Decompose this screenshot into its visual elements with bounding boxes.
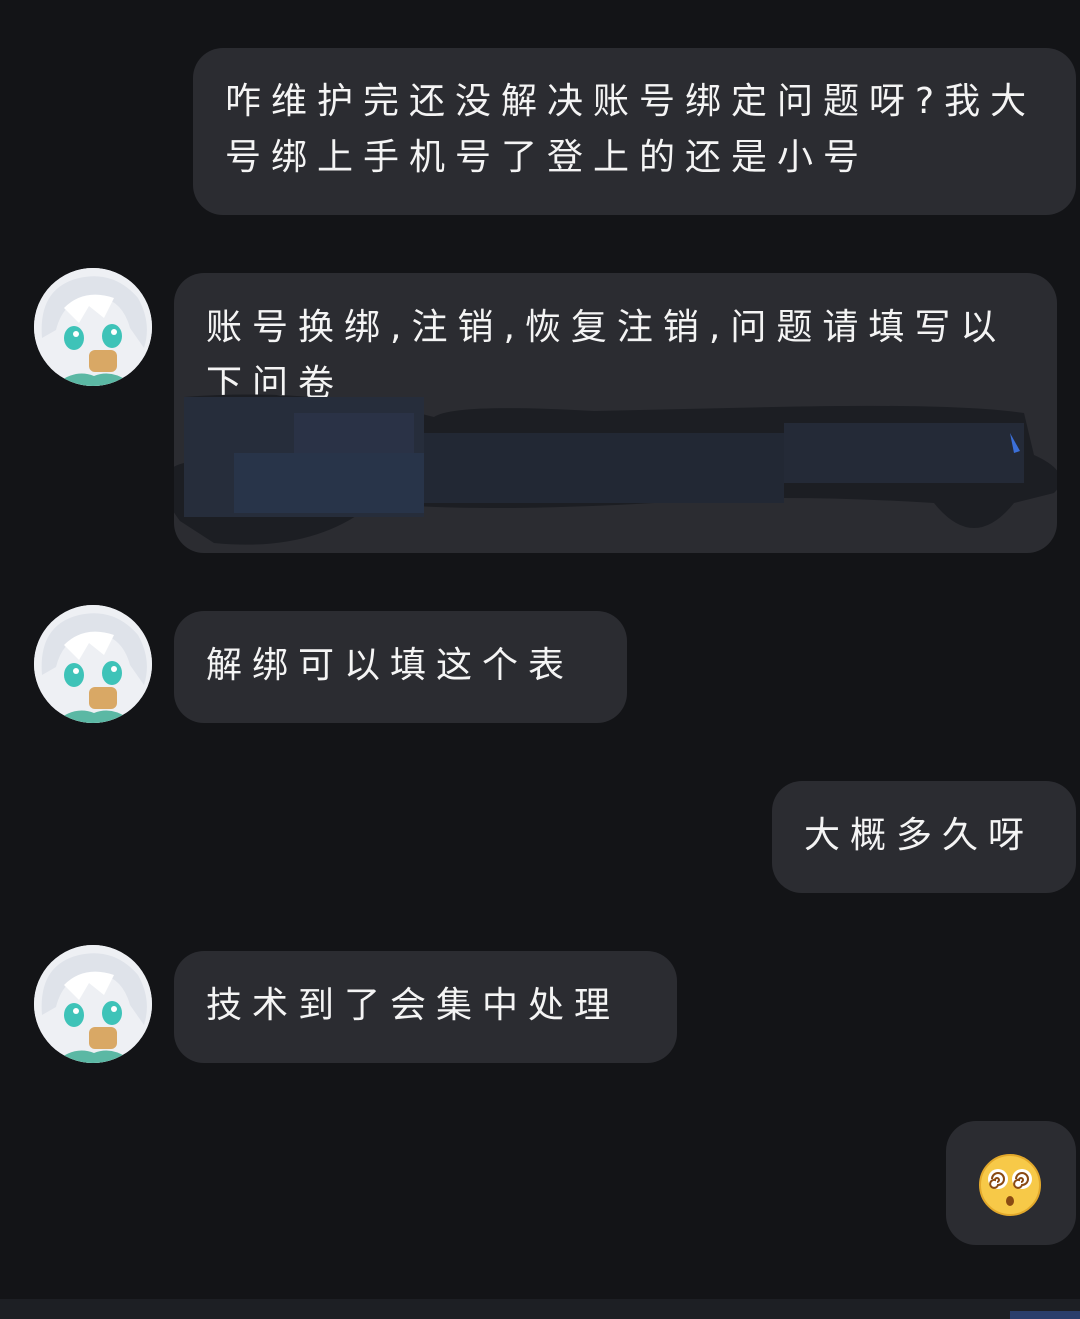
message-bubble-received[interactable]: 技术到了会集中处理	[174, 951, 677, 1063]
message-bubble-sent[interactable]: 大概多久呀	[772, 781, 1076, 893]
avatar[interactable]	[34, 605, 152, 723]
chat-screen: 咋维护完还没解决账号绑定问题呀?我大号绑上手机号了登上的还是小号 账号换绑,注销…	[0, 0, 1080, 1319]
message-text: 咋维护完还没解决账号绑定问题呀?我大号绑上手机号了登上的还是小号	[225, 81, 1037, 178]
message-text: 技术到了会集中处理	[206, 985, 621, 1026]
avatar[interactable]	[34, 268, 152, 386]
redacted-link	[174, 394, 1057, 545]
avatar[interactable]	[34, 945, 152, 1063]
message-bubble-sent[interactable]: 咋维护完还没解决账号绑定问题呀?我大号绑上手机号了登上的还是小号	[193, 48, 1076, 215]
message-text: 解绑可以填这个表	[206, 645, 575, 686]
message-text: 大概多久呀	[804, 815, 1035, 856]
message-bubble-received[interactable]: 解绑可以填这个表	[174, 611, 627, 723]
bottom-accent	[1010, 1311, 1080, 1319]
message-bubble-sent-emoji[interactable]	[946, 1121, 1076, 1245]
message-bubble-received[interactable]: 账号换绑,注销,恢复注销,问题请填写以下问卷	[174, 273, 1057, 553]
bottom-bar	[0, 1299, 1080, 1319]
message-text: 账号换绑,注销,恢复注销,问题请填写以下问卷	[206, 307, 1007, 404]
dizzy-face-emoji	[979, 1154, 1041, 1216]
